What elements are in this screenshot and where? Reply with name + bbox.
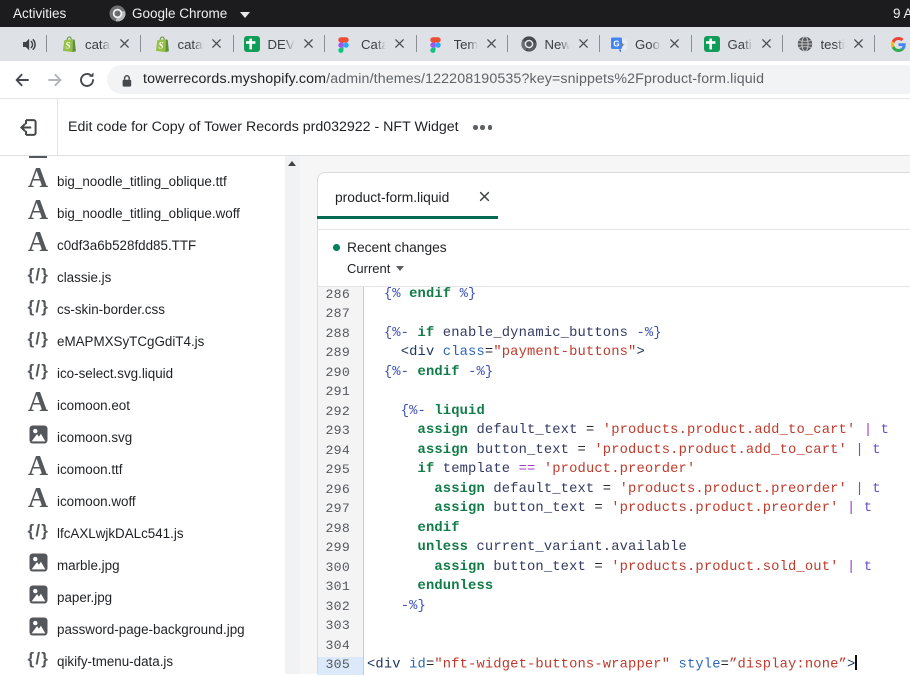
- svg-text:G: G: [613, 39, 619, 48]
- svg-text:S: S: [158, 42, 163, 52]
- svg-text:S: S: [65, 42, 70, 52]
